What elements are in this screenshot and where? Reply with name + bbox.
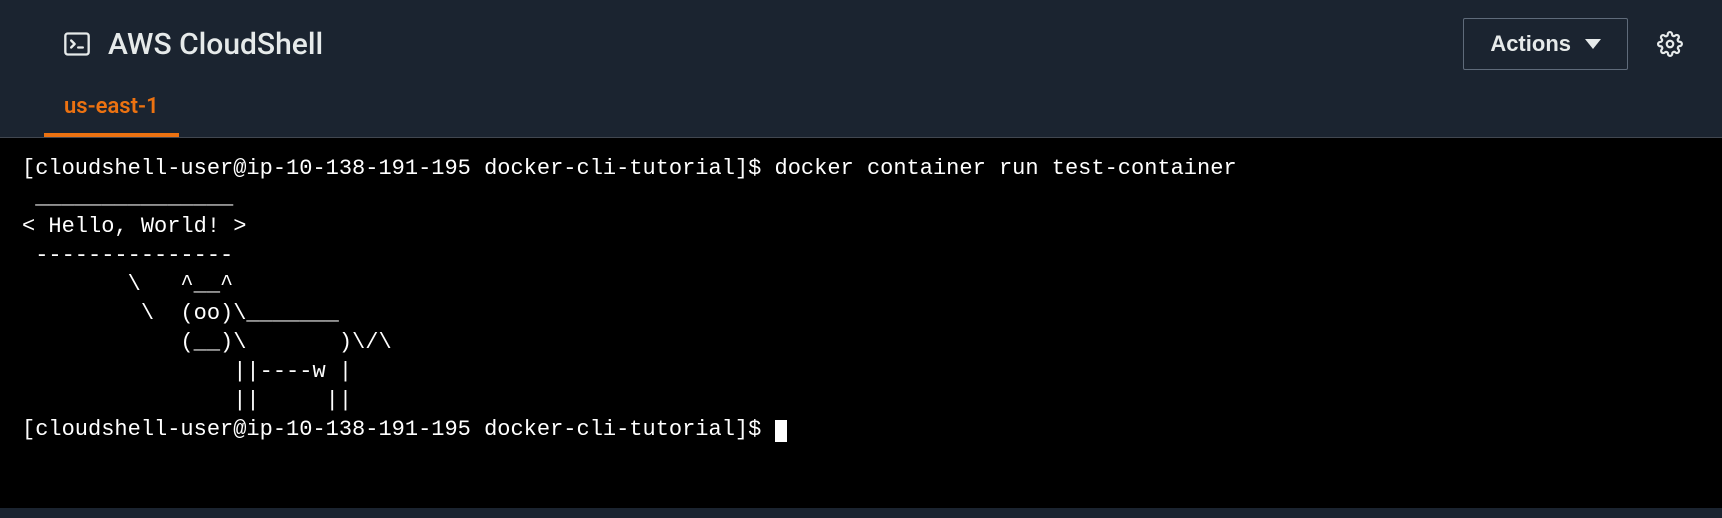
header-actions: Actions: [1463, 18, 1684, 70]
prompt-line-2: [cloudshell-user@ip-10-138-191-195 docke…: [22, 417, 787, 442]
title-group: AWS CloudShell: [62, 27, 323, 62]
page-title: AWS CloudShell: [108, 27, 323, 62]
caret-down-icon: [1585, 39, 1601, 49]
header-bar: AWS CloudShell Actions: [0, 0, 1722, 82]
cloudshell-icon: [62, 29, 92, 59]
prompt-2-prefix: [cloudshell-user@ip-10-138-191-195 docke…: [22, 417, 775, 442]
region-tabs: us-east-1: [0, 82, 1722, 138]
command-output: _______________ < Hello, World! > ------…: [22, 185, 392, 413]
prompt-1-prefix: [cloudshell-user@ip-10-138-191-195 docke…: [22, 156, 775, 181]
prompt-line-1: [cloudshell-user@ip-10-138-191-195 docke…: [22, 156, 1237, 181]
terminal-output[interactable]: [cloudshell-user@ip-10-138-191-195 docke…: [0, 138, 1722, 508]
actions-button[interactable]: Actions: [1463, 18, 1628, 70]
tab-region[interactable]: us-east-1: [44, 82, 179, 137]
actions-button-label: Actions: [1490, 31, 1571, 57]
gear-icon[interactable]: [1656, 30, 1684, 58]
terminal-cursor: [775, 420, 787, 442]
command-1: docker container run test-container: [775, 156, 1237, 181]
